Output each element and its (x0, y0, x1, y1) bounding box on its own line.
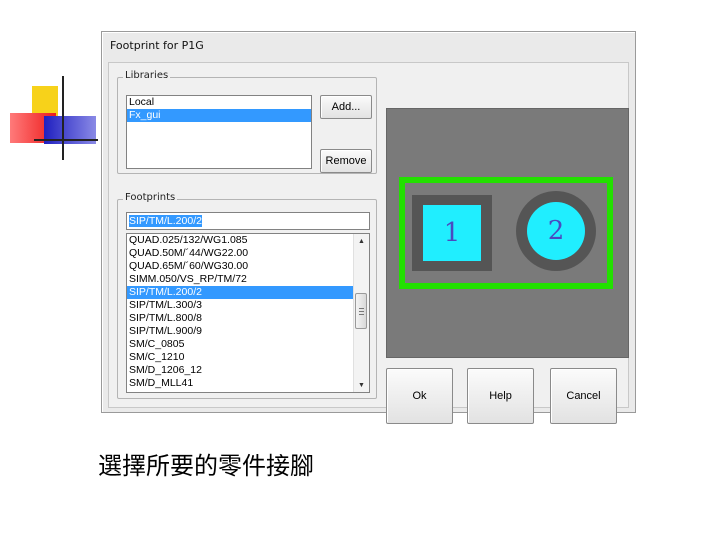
library-item-local[interactable]: Local (127, 96, 311, 109)
footprints-group: Footprints SIP/TM/L.200/2 QUAD.025/132/W… (117, 192, 377, 399)
footprint-item[interactable]: SM/D_1206_12 (127, 364, 369, 377)
grip-icon (359, 308, 364, 315)
ok-button[interactable]: Ok (386, 368, 453, 424)
pad-1: 1 (412, 195, 492, 271)
libraries-list[interactable]: Local Fx_gui (126, 95, 312, 169)
footprint-dialog: Footprint for P1G Libraries Local Fx_gui… (101, 31, 636, 424)
libraries-group: Libraries Local Fx_gui Add... Remove (117, 70, 377, 174)
footprint-item[interactable]: SIP/TM/L.800/8 (127, 312, 369, 325)
footprints-label: Footprints (123, 192, 178, 203)
yellow-square-shape (32, 86, 58, 116)
dialog-body: Libraries Local Fx_gui Add... Remove Foo… (108, 62, 629, 424)
scroll-thumb[interactable] (355, 293, 367, 329)
scroll-up-icon[interactable]: ▲ (354, 234, 369, 248)
cancel-button[interactable]: Cancel (550, 368, 617, 424)
pad-2-copper: 2 (527, 202, 585, 260)
library-item-fx-gui[interactable]: Fx_gui (127, 109, 311, 122)
horizontal-line-shape (34, 139, 98, 141)
help-button[interactable]: Help (467, 368, 534, 424)
pad-1-copper: 1 (423, 205, 481, 261)
footprint-item[interactable]: SM/C_0805 (127, 338, 369, 351)
footprint-item-selected[interactable]: SIP/TM/L.200/2 (127, 286, 353, 299)
footprint-item[interactable]: SIMM.050/VS_RP/TM/72 (127, 273, 369, 286)
remove-library-button[interactable]: Remove (320, 149, 372, 173)
footprint-item[interactable]: SM/C_1210 (127, 351, 369, 364)
slide-caption: 選擇所要的零件接腳 (98, 452, 314, 480)
add-library-button[interactable]: Add... (320, 95, 372, 119)
pad-2: 2 (516, 191, 596, 271)
pad-2-label: 2 (547, 216, 565, 246)
footprint-filter-input[interactable]: SIP/TM/L.200/2 (126, 212, 370, 230)
footprints-scrollbar[interactable]: ▲ ▼ (353, 234, 369, 392)
libraries-label: Libraries (123, 70, 171, 81)
footprint-filter-value: SIP/TM/L.200/2 (129, 215, 202, 227)
footprint-item[interactable]: QUAD.50M/´44/WG22.00 (127, 247, 369, 260)
pad-1-label: 1 (443, 218, 461, 248)
footprint-item[interactable]: SIP/TM/L.900/9 (127, 325, 369, 338)
footprint-item[interactable]: SM/D_MLL41 (127, 377, 369, 390)
vertical-line-shape (62, 76, 64, 160)
scroll-down-icon[interactable]: ▼ (354, 378, 369, 392)
footprint-item[interactable]: QUAD.65M/´60/WG30.00 (127, 260, 369, 273)
footprint-preview: 1 2 (386, 108, 629, 358)
footprints-list[interactable]: QUAD.025/132/WG1.085 QUAD.50M/´44/WG22.0… (126, 233, 370, 393)
footprint-item[interactable]: QUAD.025/132/WG1.085 (127, 234, 369, 247)
footprint-item[interactable]: SIP/TM/L.300/3 (127, 299, 369, 312)
dialog-title: Footprint for P1G (110, 39, 204, 52)
